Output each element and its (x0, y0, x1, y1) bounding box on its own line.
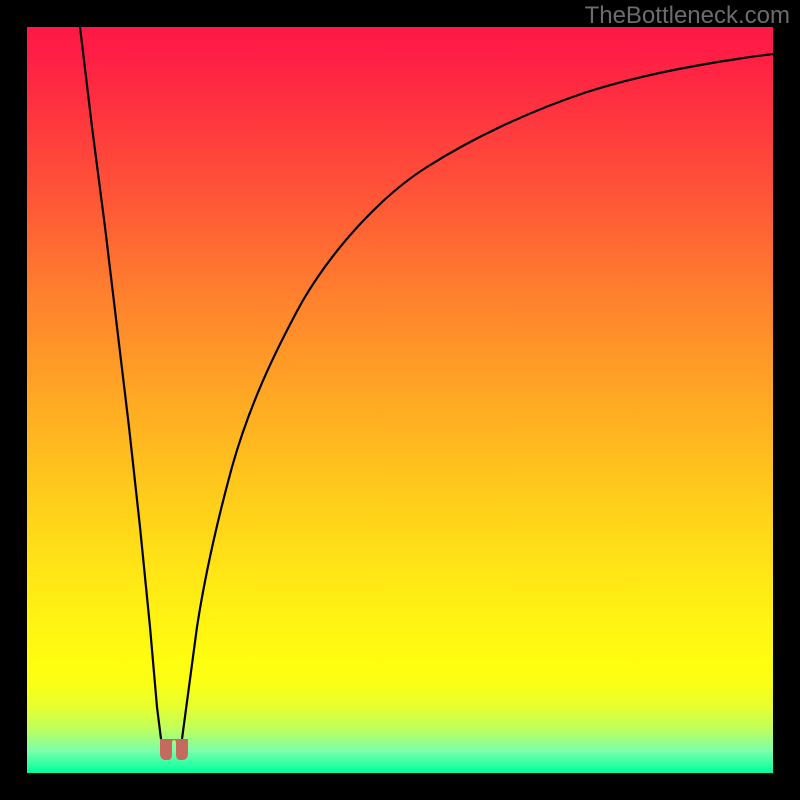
watermark-text: TheBottleneck.com (585, 2, 790, 30)
chart-frame: TheBottleneck.com (0, 0, 800, 800)
curve-layer (27, 27, 773, 773)
curve-left-branch (80, 27, 161, 739)
dip-marker-icon (160, 739, 188, 760)
curve-right-branch (182, 54, 773, 739)
plot-area (27, 27, 773, 773)
